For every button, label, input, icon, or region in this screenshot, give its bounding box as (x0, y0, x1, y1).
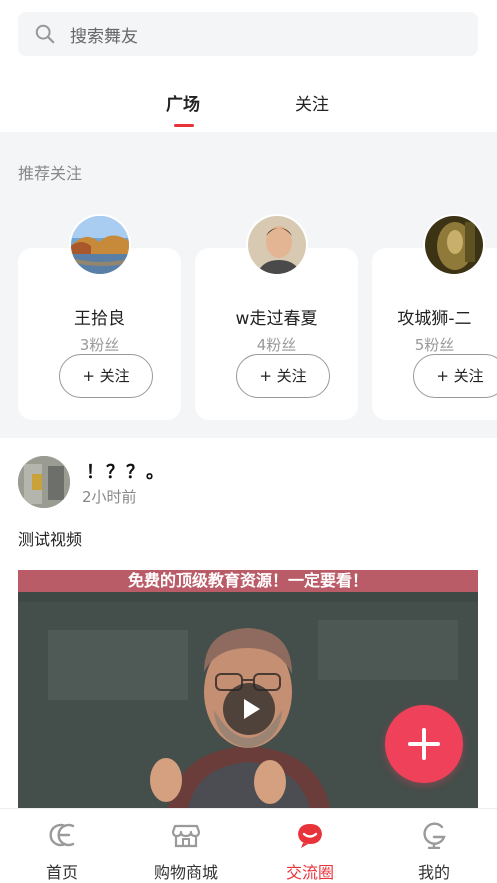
plus-icon (408, 728, 440, 760)
nav-community[interactable]: 交流圈 (248, 809, 372, 883)
nav-home[interactable]: 首页 (0, 809, 124, 883)
nav-label: 我的 (417, 863, 450, 882)
video-banner-text: 免费的顶级教育资源！一定要看！ (128, 571, 368, 590)
fans-count: 3粉丝 (79, 336, 120, 354)
avatar[interactable] (423, 214, 485, 276)
recommend-card[interactable]: 攻城狮-二 5粉丝 + 关注 (372, 248, 497, 420)
avatar[interactable] (18, 456, 70, 508)
tab-square[interactable]: 广场 (166, 90, 200, 115)
search-section: 搜索舞友 (0, 0, 497, 70)
fans-count: 4粉丝 (256, 336, 297, 354)
fans-count: 5粉丝 (414, 336, 455, 354)
recommend-title: 推荐关注 (18, 164, 83, 183)
post-author: ！？？。 (86, 462, 166, 483)
post-text: 测试视频 (18, 530, 83, 549)
play-button[interactable] (223, 683, 275, 735)
search-placeholder: 搜索舞友 (70, 26, 138, 47)
follow-button[interactable]: + 关注 (59, 354, 153, 398)
avatar[interactable] (246, 214, 308, 276)
follow-button[interactable]: + 关注 (236, 354, 330, 398)
tab-bar: 广场 关注 (0, 70, 497, 132)
search-icon (35, 24, 55, 44)
user-name: 王拾良 (74, 309, 125, 329)
play-icon (244, 699, 260, 719)
community-icon (298, 824, 322, 848)
post-time: 2小时前 (82, 488, 137, 506)
create-post-button[interactable] (385, 705, 463, 783)
home-icon (49, 823, 75, 847)
user-name: 攻城狮-二 (397, 309, 472, 329)
follow-button[interactable]: + 关注 (413, 354, 497, 398)
nav-label: 交流圈 (285, 863, 334, 882)
bottom-navigation: 首页 购物商城 交流圈 我的 (0, 808, 497, 883)
nav-label: 首页 (45, 863, 78, 882)
shop-icon (171, 824, 201, 848)
recommend-section: 推荐关注 王拾良 3粉丝 + 关注 w走过春夏 4粉丝 + 关注 攻城狮-二 5… (0, 132, 497, 438)
avatar[interactable] (69, 214, 131, 276)
nav-label: 购物商城 (153, 863, 218, 882)
active-tab-indicator (174, 124, 194, 127)
nav-shop[interactable]: 购物商城 (124, 809, 248, 883)
profile-icon (423, 822, 446, 849)
search-input[interactable]: 搜索舞友 (18, 12, 478, 56)
nav-profile[interactable]: 我的 (372, 809, 496, 883)
user-name: w走过春夏 (235, 309, 318, 329)
author-avatar-icon (18, 456, 70, 508)
tab-following[interactable]: 关注 (295, 90, 329, 115)
